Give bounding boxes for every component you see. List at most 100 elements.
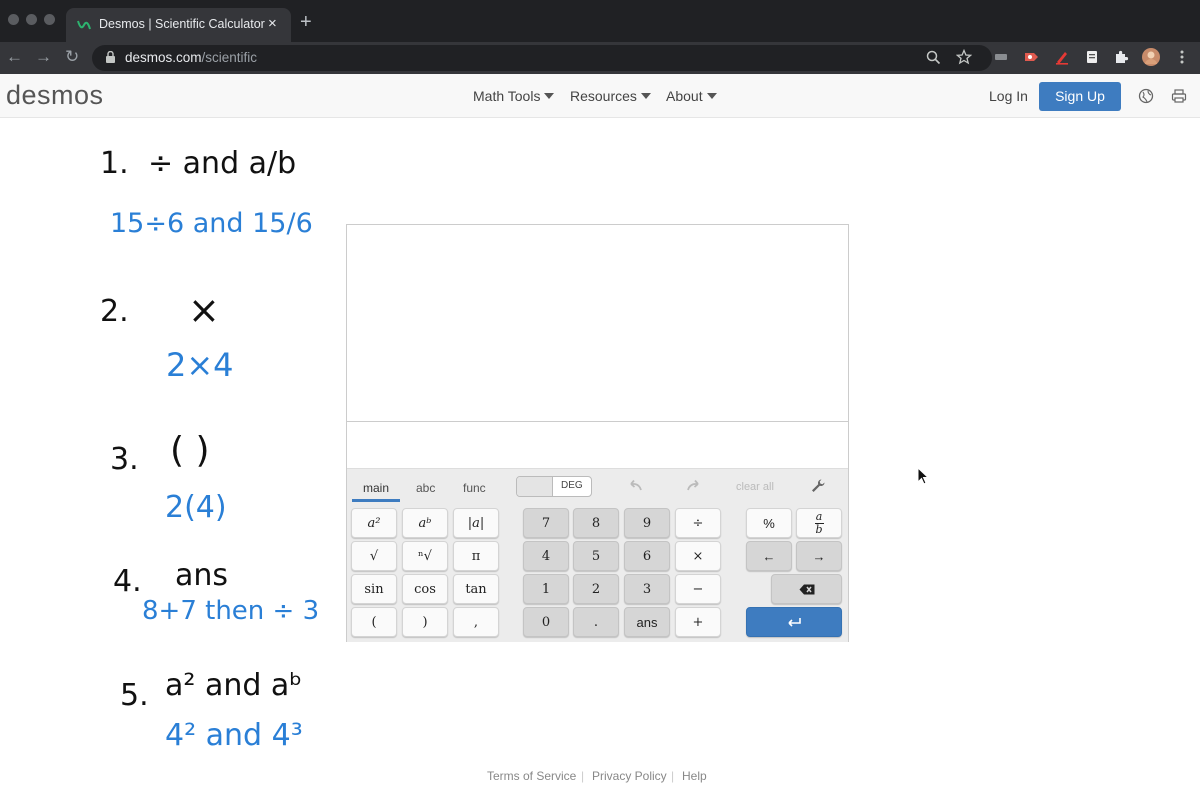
- extension-cast-icon[interactable]: [993, 49, 1009, 65]
- key-pi[interactable]: π: [453, 541, 499, 571]
- back-button[interactable]: ←: [6, 47, 23, 67]
- desmos-logo[interactable]: desmos: [6, 80, 104, 111]
- note-5-topic: a² and aᵇ: [165, 668, 303, 703]
- desmos-favicon-icon: [77, 20, 91, 30]
- key-1[interactable]: 1: [523, 574, 569, 604]
- reload-button[interactable]: ↻: [65, 47, 79, 67]
- note-2-example: 2×4: [166, 346, 234, 384]
- extensions-puzzle-icon[interactable]: [1113, 49, 1129, 65]
- key-8[interactable]: 8: [573, 508, 619, 538]
- extension-doc-icon[interactable]: [1084, 49, 1100, 65]
- note-4-topic: ans: [175, 558, 229, 593]
- handwritten-notes: 1. ÷ and a/b 15÷6 and 15/6 2. × 2×4 3. (…: [0, 118, 345, 758]
- note-2-number: 2.: [100, 294, 129, 329]
- key-tan[interactable]: tan: [453, 574, 499, 604]
- help-link[interactable]: Help: [682, 769, 707, 783]
- backspace-icon: [799, 584, 814, 594]
- key-a-power-b[interactable]: aᵇ: [402, 508, 448, 538]
- url-text: desmos.com/scientific: [125, 50, 258, 65]
- wrench-settings-icon[interactable]: [810, 478, 826, 494]
- key-close-paren[interactable]: ): [402, 607, 448, 637]
- new-tab-button[interactable]: +: [300, 12, 312, 32]
- arrow-left-icon: ←: [762, 548, 776, 564]
- note-4-number: 4.: [113, 564, 142, 599]
- note-1-topic: ÷ and a/b: [148, 146, 297, 181]
- mouse-pointer-icon: [917, 467, 929, 485]
- expression-history[interactable]: [347, 225, 848, 422]
- key-cos[interactable]: cos: [402, 574, 448, 604]
- tab-close-icon[interactable]: ×: [268, 15, 277, 32]
- clear-all-button[interactable]: clear all: [736, 481, 774, 493]
- menu-resources[interactable]: Resources: [570, 88, 651, 104]
- profile-avatar-icon[interactable]: [1142, 48, 1160, 66]
- lock-icon: [106, 51, 115, 63]
- log-in-link[interactable]: Log In: [989, 88, 1028, 104]
- key-2[interactable]: 2: [573, 574, 619, 604]
- keypad: main abc func DEG clear all a² aᵇ |a| 7: [347, 468, 848, 642]
- language-globe-icon[interactable]: [1138, 88, 1154, 104]
- print-icon[interactable]: [1171, 88, 1187, 104]
- key-0[interactable]: 0: [523, 607, 569, 637]
- angle-mode-toggle[interactable]: DEG: [516, 476, 592, 497]
- expression-input[interactable]: [347, 422, 848, 468]
- key-a-squared[interactable]: a²: [351, 508, 397, 538]
- forward-button[interactable]: →: [35, 47, 52, 67]
- key-divide[interactable]: ÷: [675, 508, 721, 538]
- key-3[interactable]: 3: [624, 574, 670, 604]
- key-absolute-value[interactable]: |a|: [453, 508, 499, 538]
- key-backspace[interactable]: [771, 574, 842, 604]
- active-tab-indicator: [352, 499, 400, 502]
- key-nth-root[interactable]: ⁿ√: [402, 541, 448, 571]
- bookmark-star-icon[interactable]: [956, 49, 972, 65]
- menu-math-tools[interactable]: Math Tools: [473, 88, 555, 104]
- undo-icon[interactable]: [626, 479, 644, 493]
- key-percent[interactable]: %: [746, 508, 792, 538]
- redo-icon[interactable]: [685, 479, 703, 493]
- key-multiply[interactable]: ×: [675, 541, 721, 571]
- key-cursor-right[interactable]: →: [796, 541, 842, 571]
- browser-tab-desmos[interactable]: Desmos | Scientific Calculator ×: [66, 8, 291, 42]
- zoom-icon[interactable]: [926, 50, 941, 65]
- extension-pen-icon[interactable]: [1054, 49, 1070, 65]
- window-zoom-dot[interactable]: [44, 14, 55, 25]
- key-4[interactable]: 4: [523, 541, 569, 571]
- key-sin[interactable]: sin: [351, 574, 397, 604]
- footer-separator: |: [671, 769, 675, 783]
- arrow-right-icon: →: [812, 548, 826, 564]
- key-9[interactable]: 9: [624, 508, 670, 538]
- tab-main[interactable]: main: [363, 481, 389, 495]
- key-minus[interactable]: −: [675, 574, 721, 604]
- enter-return-icon: [788, 617, 801, 627]
- address-bar[interactable]: desmos.com/scientific: [92, 45, 992, 71]
- key-7[interactable]: 7: [523, 508, 569, 538]
- note-3-topic: ( ): [170, 430, 210, 471]
- key-ans[interactable]: ans: [624, 607, 670, 637]
- tab-func[interactable]: func: [463, 481, 486, 495]
- tab-abc[interactable]: abc: [416, 481, 435, 495]
- key-decimal[interactable]: .: [573, 607, 619, 637]
- tab-title: Desmos | Scientific Calculator: [99, 17, 265, 31]
- key-6[interactable]: 6: [624, 541, 670, 571]
- key-square-root[interactable]: √: [351, 541, 397, 571]
- sign-up-button[interactable]: Sign Up: [1039, 82, 1121, 111]
- footer-separator: |: [581, 769, 585, 783]
- extension-record-icon[interactable]: [1023, 49, 1039, 65]
- note-1-number: 1.: [100, 146, 129, 181]
- window-close-dot[interactable]: [8, 14, 19, 25]
- browser-menu-icon[interactable]: [1174, 49, 1190, 65]
- privacy-policy-link[interactable]: Privacy Policy: [592, 769, 667, 783]
- key-comma[interactable]: ,: [453, 607, 499, 637]
- menu-about[interactable]: About: [666, 88, 717, 104]
- window-minimize-dot[interactable]: [26, 14, 37, 25]
- key-plus[interactable]: +: [675, 607, 721, 637]
- browser-toolbar: ← → ↻ desmos.com/scientific: [0, 42, 1200, 74]
- key-open-paren[interactable]: (: [351, 607, 397, 637]
- note-5-number: 5.: [120, 678, 149, 713]
- note-3-example: 2(4): [165, 490, 227, 525]
- key-enter[interactable]: [746, 607, 842, 637]
- key-cursor-left[interactable]: ←: [746, 541, 792, 571]
- key-5[interactable]: 5: [573, 541, 619, 571]
- terms-of-service-link[interactable]: Terms of Service: [487, 769, 576, 783]
- key-fraction[interactable]: ab: [796, 508, 842, 538]
- scientific-calculator: main abc func DEG clear all a² aᵇ |a| 7: [346, 224, 849, 642]
